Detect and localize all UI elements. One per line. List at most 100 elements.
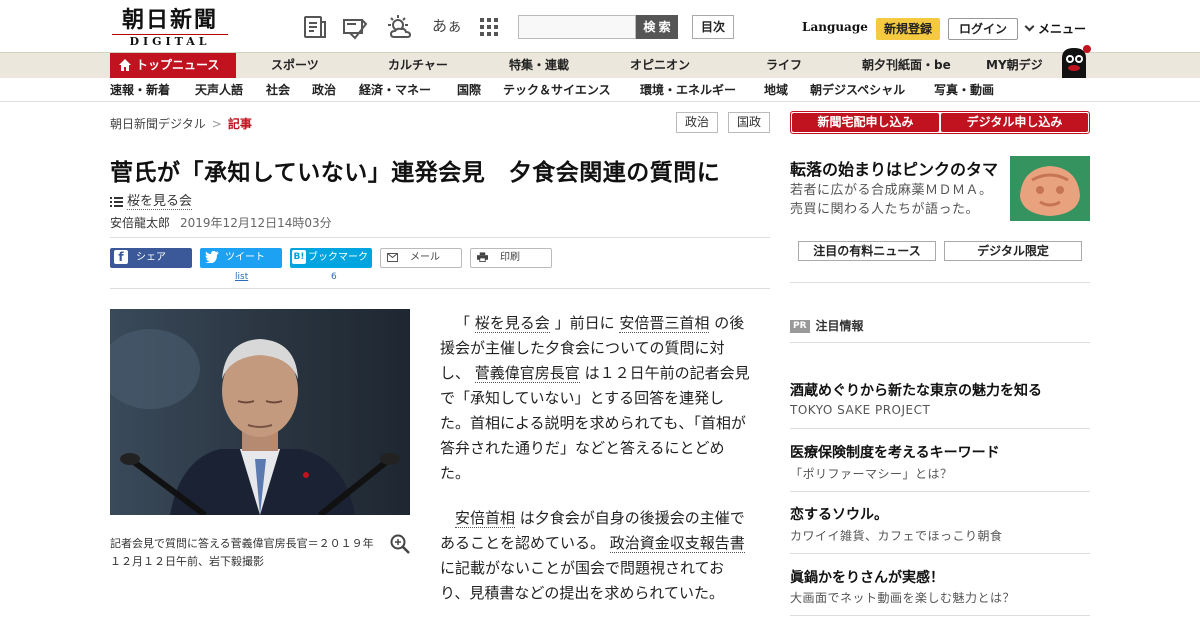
list-icon: [110, 196, 123, 207]
nav-item-top-news[interactable]: トップニュース: [110, 53, 236, 78]
nav-item-paper[interactable]: 朝夕刊紙面・be: [862, 53, 951, 78]
search-button[interactable]: 検 索: [636, 15, 678, 39]
article-paragraph: 安倍首相 は夕食会が自身の後援会の主催であることを認めている。 政治資金収支報告…: [440, 506, 750, 606]
main-nav: トップニュース スポーツ カルチャー 特集・連載 オピニオン ライフ 朝夕刊紙面…: [0, 52, 1200, 78]
article-photo[interactable]: [110, 309, 410, 515]
register-button[interactable]: 新規登録: [876, 18, 940, 40]
twitter-share-button[interactable]: ツイート: [200, 248, 282, 268]
nav-item-life[interactable]: ライフ: [766, 53, 802, 78]
grid-menu-icon[interactable]: [476, 14, 502, 40]
mail-share-label: メール: [410, 252, 440, 263]
font-size-icon[interactable]: あぁ: [432, 15, 462, 36]
sub-nav: 速報・新着 天声人語 社会 政治 経済・マネー 国際 テック＆サイエンス 環境・…: [0, 78, 1200, 102]
news-icon[interactable]: [302, 14, 328, 40]
tag-politics[interactable]: 政治: [676, 112, 718, 133]
link-abe-shinzo[interactable]: 安倍晋三首相: [619, 314, 710, 333]
logo-sub-text: DIGITAL: [112, 34, 228, 48]
home-delivery-button[interactable]: 新聞宅配申し込み: [792, 113, 939, 132]
divider: [790, 282, 1090, 283]
link-suga-yoshihide[interactable]: 菅義偉官房長官: [474, 364, 580, 383]
subnav-item-latest[interactable]: 速報・新着: [110, 78, 170, 102]
site-header: 朝日新聞 DIGITAL あぁ 検 索 目次 Language 新規登録 ログイ…: [0, 0, 1200, 52]
print-label: 印刷: [500, 252, 520, 263]
pr-item-subtitle: カワイイ雑貨、カフェでほっこり朝食: [790, 529, 1003, 543]
text-fragment: に記載がないことが国会で問題視されており、見積書などの提出を求められていた。: [440, 559, 725, 602]
menu-button-label: メニュー: [1038, 22, 1087, 36]
hatena-bookmark-label: ブックマーク: [308, 252, 368, 263]
pr-item-subtitle: 「ポリファーマシー」とは？: [790, 467, 953, 481]
weather-icon[interactable]: [386, 14, 412, 40]
pr-item-title[interactable]: 酒蔵めぐりから新たな東京の魅力を知る: [790, 380, 1042, 400]
text-fragment: 「: [455, 314, 471, 332]
subnav-item-society[interactable]: 社会: [266, 78, 290, 102]
link-seiji-shikin[interactable]: 政治資金収支報告書: [609, 534, 745, 553]
facebook-icon: f: [114, 250, 128, 264]
author-name: 安倍龍太郎: [110, 216, 171, 230]
pr-item-title[interactable]: 恋するソウル。: [790, 504, 888, 524]
facebook-share-button[interactable]: f シェア: [110, 248, 192, 268]
pr-item-subtitle: TOKYO SAKE PROJECT: [790, 403, 931, 417]
divider: [790, 342, 1090, 343]
logo-main-text: 朝日新聞: [121, 7, 218, 33]
zoom-in-icon[interactable]: [390, 534, 410, 554]
hand-note-icon[interactable]: [342, 14, 368, 40]
topic-link[interactable]: 桜を見る会: [110, 190, 193, 210]
nav-item-sports[interactable]: スポーツ: [271, 53, 319, 78]
tag-national-politics[interactable]: 国政: [728, 112, 770, 133]
breadcrumb-home[interactable]: 朝日新聞デジタル: [110, 117, 206, 131]
twitter-icon: [205, 251, 219, 264]
link-abe-shusho[interactable]: 安倍首相: [455, 509, 516, 528]
search-input[interactable]: [518, 15, 636, 39]
divider: [790, 553, 1090, 554]
divider: [110, 288, 770, 289]
pr-item-title[interactable]: 医療保険制度を考えるキーワード: [790, 442, 1000, 462]
nav-item-features[interactable]: 特集・連載: [509, 53, 569, 78]
nav-active-label: トップニュース: [136, 58, 220, 72]
facebook-share-label: シェア: [136, 252, 166, 263]
nav-item-culture[interactable]: カルチャー: [388, 53, 448, 78]
subnav-item-economy[interactable]: 経済・マネー: [359, 78, 431, 102]
mail-icon: [387, 252, 398, 262]
nav-item-opinion[interactable]: オピニオン: [630, 53, 690, 78]
link-sakura-wo-miru-kai[interactable]: 桜を見る会: [474, 314, 550, 333]
digital-only-button[interactable]: デジタル限定: [944, 241, 1082, 261]
subnav-item-photo-video[interactable]: 写真・動画: [934, 78, 994, 102]
subnav-item-politics[interactable]: 政治: [312, 78, 336, 102]
topic-link-label: 桜を見る会: [127, 194, 193, 210]
subscription-buttons: 新聞宅配申し込み デジタル申し込み: [790, 111, 1090, 134]
promo-title[interactable]: 転落の始まりはピンクのタマ: [790, 156, 998, 180]
menu-button[interactable]: メニュー: [1024, 20, 1087, 37]
pr-heading-label: 注目情報: [815, 319, 864, 333]
article-paragraph: 「 桜を見る会 」前日に 安倍晋三首相 の後援会が主催した夕食会についての質問に…: [440, 311, 750, 486]
hatena-bookmark-count: 6: [331, 272, 337, 282]
article-headline: 菅氏が「承知していない」連発会見 夕食会関連の質問に: [110, 160, 721, 186]
hatena-bookmark-button[interactable]: B! ブックマーク: [290, 248, 372, 268]
twitter-list-link[interactable]: list: [235, 272, 248, 282]
pr-item-title[interactable]: 眞鍋かをりさんが実感！: [790, 567, 944, 587]
subnav-item-region[interactable]: 地域: [764, 78, 788, 102]
pr-badge: PR: [790, 320, 810, 333]
breadcrumb-current: 記事: [227, 117, 252, 131]
mail-share-button[interactable]: メール: [380, 248, 462, 268]
print-button[interactable]: 印刷: [470, 248, 552, 268]
mascot-icon[interactable]: [1056, 44, 1092, 78]
divider: [110, 237, 770, 238]
subnav-item-special[interactable]: 朝デジスペシャル: [810, 78, 905, 102]
nav-item-my-asadigi[interactable]: MY朝デジ: [986, 53, 1043, 78]
paid-news-button[interactable]: 注目の有料ニュース: [798, 241, 936, 261]
divider: [790, 428, 1090, 429]
subnav-item-environment[interactable]: 環境・エネルギー: [640, 78, 736, 102]
language-link[interactable]: Language: [802, 20, 868, 34]
contents-button[interactable]: 目次: [692, 15, 734, 39]
subnav-item-tech[interactable]: テック＆サイエンス: [503, 78, 611, 102]
digital-subscribe-button[interactable]: デジタル申し込み: [941, 113, 1088, 132]
promo-subtitle: 若者に広がる合成麻薬ＭＤＭＡ。売買に関わる人たちが語った。: [790, 183, 993, 217]
subnav-item-tenseijingo[interactable]: 天声人語: [195, 78, 243, 102]
site-logo[interactable]: 朝日新聞 DIGITAL: [112, 8, 228, 48]
breadcrumb: 朝日新聞デジタル > 記事: [110, 115, 252, 132]
photo-caption: 記者会見で質問に答える菅義偉官房長官＝２０１９年１２月１２日午前、岩下毅撮影: [110, 537, 374, 568]
promo-image[interactable]: [1010, 156, 1090, 221]
subnav-item-international[interactable]: 国際: [457, 78, 481, 102]
login-button[interactable]: ログイン: [948, 18, 1018, 40]
chevron-down-icon: [1024, 21, 1035, 32]
